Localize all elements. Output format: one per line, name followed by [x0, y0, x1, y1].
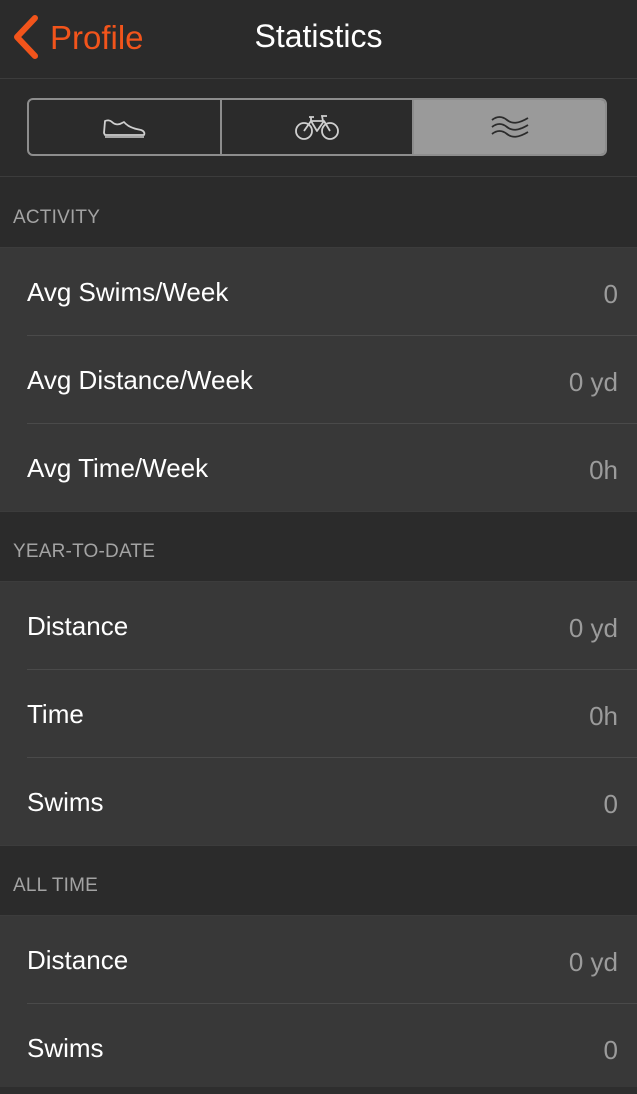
waves-icon: [491, 116, 529, 138]
stat-row-avg-distance-week: Avg Distance/Week 0 yd: [0, 336, 637, 424]
shoe-icon: [103, 119, 146, 138]
section-header-activity: ACTIVITY: [0, 177, 637, 248]
stat-label: Time: [27, 699, 84, 729]
navigation-bar: Profile Statistics: [0, 0, 637, 79]
stat-row-ytd-time: Time 0h: [0, 670, 637, 758]
stat-label: Avg Swims/Week: [27, 277, 229, 307]
section-header-all-time: ALL TIME: [0, 846, 637, 916]
segment-swim[interactable]: [414, 100, 605, 154]
stat-label: Avg Distance/Week: [27, 365, 253, 395]
stat-label: Avg Time/Week: [27, 453, 209, 483]
section-header-label: ALL TIME: [13, 875, 99, 896]
stat-value: 0: [603, 1035, 618, 1065]
sport-segmented-control: [27, 98, 607, 156]
section-header-year-to-date: YEAR-TO-DATE: [0, 512, 637, 582]
bicycle-icon: [295, 115, 339, 140]
sport-selector-bar: [0, 79, 637, 177]
stat-label: Distance: [27, 611, 129, 641]
stat-row-avg-time-week: Avg Time/Week 0h: [0, 424, 637, 512]
stat-label: Swims: [27, 787, 104, 817]
stat-value: 0h: [589, 455, 618, 485]
stat-row-alltime-distance: Distance 0 yd: [0, 916, 637, 1004]
stat-value: 0: [603, 279, 618, 309]
stat-row-avg-swims-week: Avg Swims/Week 0: [0, 248, 637, 336]
stat-value: 0h: [589, 701, 618, 731]
stat-label: Distance: [27, 945, 129, 975]
stat-row-ytd-swims: Swims 0: [0, 758, 637, 846]
segment-bike[interactable]: [222, 100, 415, 154]
stat-label: Swims: [27, 1033, 104, 1063]
page-title: Statistics: [254, 18, 383, 54]
stat-value: 0 yd: [568, 947, 618, 977]
section-header-label: YEAR-TO-DATE: [13, 541, 156, 562]
stat-row-ytd-distance: Distance 0 yd: [0, 582, 637, 670]
stat-row-alltime-swims: Swims 0: [0, 1004, 637, 1087]
segment-run[interactable]: [29, 100, 222, 154]
section-header-label: ACTIVITY: [13, 207, 101, 228]
stat-value: 0 yd: [568, 367, 618, 397]
stat-value: 0: [603, 789, 618, 819]
stat-value: 0 yd: [568, 613, 618, 643]
